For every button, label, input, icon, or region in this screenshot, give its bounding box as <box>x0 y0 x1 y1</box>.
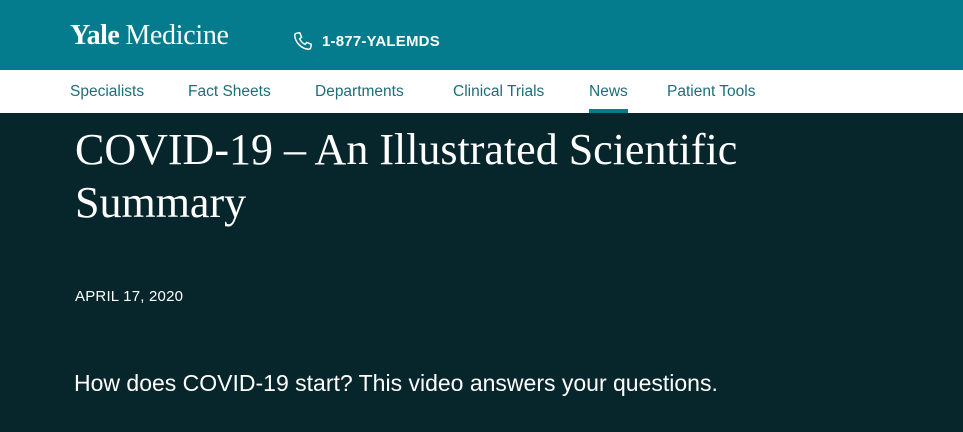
article-date: APRIL 17, 2020 <box>75 288 184 305</box>
logo-yale-text: Yale <box>70 20 120 51</box>
nav-item-patient-tools[interactable]: Patient Tools <box>667 70 755 113</box>
yale-medicine-logo[interactable]: Yale Medicine <box>70 20 229 54</box>
article-subtitle: How does COVID-19 start? This video answ… <box>74 370 718 396</box>
site-header: Yale Medicine 1-877-YALEMDS <box>0 0 963 70</box>
article-hero: COVID-19 – An Illustrated Scientific Sum… <box>0 113 963 432</box>
nav-item-specialists[interactable]: Specialists <box>70 70 144 113</box>
phone-link[interactable]: 1-877-YALEMDS <box>292 30 440 52</box>
phone-number: 1-877-YALEMDS <box>322 32 440 50</box>
main-nav: Specialists Fact Sheets Departments Clin… <box>0 70 963 113</box>
article-title: COVID-19 – An Illustrated Scientific Sum… <box>75 125 738 227</box>
nav-item-clinical-trials[interactable]: Clinical Trials <box>453 70 544 113</box>
nav-item-news[interactable]: News <box>589 70 628 113</box>
nav-item-departments[interactable]: Departments <box>315 70 404 113</box>
phone-icon <box>292 30 314 52</box>
logo-medicine-text: Medicine <box>125 20 229 51</box>
nav-item-fact-sheets[interactable]: Fact Sheets <box>188 70 271 113</box>
